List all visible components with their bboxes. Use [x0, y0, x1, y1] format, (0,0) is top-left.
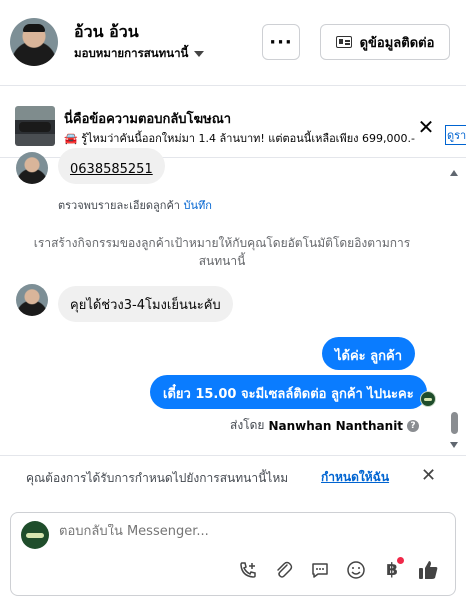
contact-avatar-small — [16, 152, 48, 184]
scroll-down-arrow[interactable] — [450, 442, 458, 448]
more-options-button[interactable]: ··· — [262, 24, 300, 60]
sent-by-label: ส่งโดย — [230, 418, 265, 432]
customer-details-notice: ตรวจพบรายละเอียดลูกค้า บันทึก — [58, 196, 212, 214]
page-avatar-small — [420, 391, 436, 407]
like-icon[interactable] — [415, 557, 441, 583]
assign-to-me-link[interactable]: กำหนดให้ฉัน — [321, 468, 389, 487]
contact-name[interactable]: อ้วน อ้วน — [74, 20, 139, 45]
page-avatar — [21, 521, 49, 549]
attachment-icon[interactable] — [271, 557, 297, 583]
scroll-up-arrow[interactable] — [450, 170, 458, 176]
conversation-header: อ้วน อ้วน มอบหมายการสนทนานี้ ··· ดูข้อมู… — [0, 0, 466, 86]
view-contact-details-button[interactable]: ดูข้อมูลติดต่อ — [320, 24, 450, 60]
contact-avatar[interactable] — [10, 18, 58, 66]
close-icon[interactable]: ✕ — [416, 117, 436, 138]
system-note: เราสร้างกิจกรรมของลูกค้าเป้าหมายให้กับคุ… — [33, 236, 411, 268]
phone-number-message[interactable]: 0638585251 — [58, 148, 165, 184]
caret-down-icon — [194, 51, 205, 57]
view-ad-link[interactable]: ดูรา — [445, 125, 466, 145]
review-text: ตรวจพบรายละเอียดลูกค้า — [58, 199, 180, 212]
contact-card-icon — [335, 36, 352, 48]
reply-input[interactable] — [59, 524, 429, 539]
contact-avatar-small — [16, 284, 48, 316]
sent-by-name: Nanwhan Nanthanit — [268, 418, 404, 433]
assign-conversation-dropdown[interactable]: มอบหมายการสนทนานี้ — [74, 45, 205, 63]
notification-dot — [397, 557, 404, 564]
emoji-icon[interactable] — [343, 557, 369, 583]
info-icon[interactable]: ? — [407, 419, 420, 432]
payment-icon[interactable]: ฿ — [379, 557, 405, 583]
assign-prompt-bar: คุณต้องการได้รับการกำหนดไปยังการสนทนานี้… — [0, 455, 466, 499]
view-contact-details-label: ดูข้อมูลติดต่อ — [359, 35, 435, 51]
sent-by-info: ส่งโดย Nanwhan Nanthanit ? — [230, 416, 420, 435]
ad-text: 🚘 รู้ไหมว่าคันนี้ออกใหม่มา 1.4 ล้านบาท! … — [64, 132, 415, 145]
incoming-message[interactable]: คุยได้ช่วง3-4โมงเย็นนะคับ — [58, 286, 233, 322]
message-composer: ฿ — [10, 512, 456, 596]
close-icon[interactable]: ✕ — [421, 465, 436, 486]
ad-thumbnail — [15, 106, 55, 146]
assign-label: มอบหมายการสนทนานี้ — [74, 46, 189, 60]
assign-prompt-text: คุณต้องการได้รับการกำหนดไปยังการสนทนานี้… — [26, 471, 289, 485]
scrollbar-thumb[interactable] — [451, 412, 458, 434]
call-add-icon[interactable] — [235, 557, 261, 583]
ad-title: นี่คือข้อความตอบกลับโฆษณา — [64, 112, 232, 127]
saved-reply-icon[interactable] — [307, 557, 333, 583]
save-details-link[interactable]: บันทึก — [183, 199, 211, 212]
outgoing-message[interactable]: ได้ค่ะ ลูกค้า — [322, 337, 416, 370]
outgoing-message[interactable]: เดี๋ยว 15.00 จะมีเซลล์ติดต่อ ลูกค้า ไปนะ… — [150, 375, 427, 409]
